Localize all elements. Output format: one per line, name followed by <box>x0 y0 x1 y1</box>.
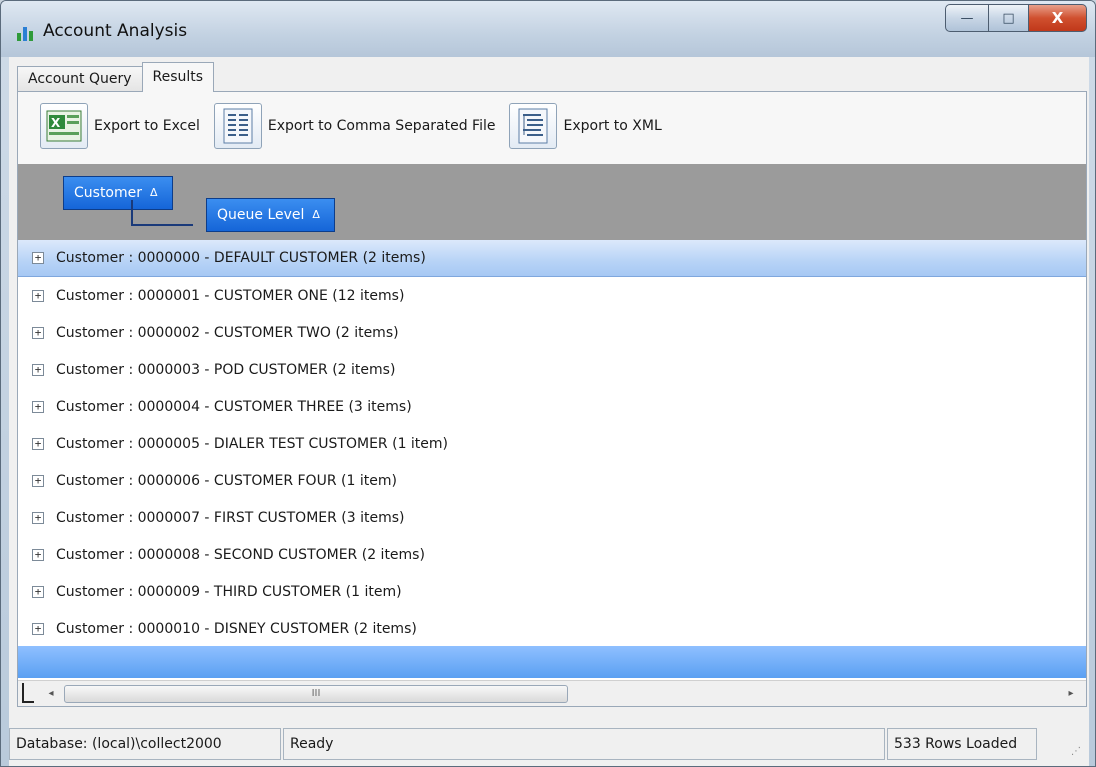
svg-text:X: X <box>51 116 61 130</box>
group-row-label: Customer : 0000000 - DEFAULT CUSTOMER (2… <box>56 250 426 266</box>
group-row[interactable]: + Customer : 0000007 - FIRST CUSTOMER (3… <box>18 499 1086 536</box>
maximize-icon: □ <box>1002 10 1015 26</box>
status-bar: Database: (local)\collect2000 Ready 533 … <box>9 724 1089 764</box>
export-to-xml-label: Export to XML <box>563 118 662 134</box>
group-row-label: Customer : 0000005 - DIALER TEST CUSTOME… <box>56 435 449 452</box>
group-row[interactable]: + Customer : 0000002 - CUSTOMER TWO (2 i… <box>18 314 1086 351</box>
results-panel: X Export to Excel Export to Comma Separa… <box>17 91 1087 707</box>
group-row[interactable]: + Customer : 0000010 - DISNEY CUSTOMER (… <box>18 610 1086 647</box>
selection-band <box>18 646 1086 678</box>
resize-grip-icon[interactable]: ⋰ <box>1071 746 1085 760</box>
account-analysis-window: Account Analysis — □ X Account Query Res… <box>0 0 1096 767</box>
group-row[interactable]: + Customer : 0000000 - DEFAULT CUSTOMER … <box>18 240 1086 277</box>
group-connector-line <box>131 200 193 226</box>
status-database: Database: (local)\collect2000 <box>9 728 281 760</box>
group-row-label: Customer : 0000004 - CUSTOMER THREE (3 i… <box>56 398 412 415</box>
expand-icon[interactable]: + <box>32 326 44 339</box>
close-button[interactable]: X <box>1029 4 1087 32</box>
export-to-csv-label: Export to Comma Separated File <box>267 118 496 134</box>
group-row[interactable]: + Customer : 0000006 - CUSTOMER FOUR (1 … <box>18 462 1086 499</box>
expand-icon[interactable]: + <box>32 511 44 524</box>
window-title: Account Analysis <box>43 21 188 41</box>
export-to-excel-button[interactable]: X Export to Excel <box>40 103 200 149</box>
expand-icon[interactable]: + <box>32 622 44 635</box>
export-to-xml-button[interactable]: Export to XML <box>509 103 662 149</box>
maximize-button[interactable]: □ <box>989 4 1029 32</box>
group-row-label: Customer : 0000001 - CUSTOMER ONE (12 it… <box>56 287 405 304</box>
expand-icon[interactable]: + <box>32 363 44 376</box>
expand-icon[interactable]: + <box>32 252 44 264</box>
tab-strip: Account Query Results <box>17 62 215 92</box>
group-row[interactable]: + Customer : 0000008 - SECOND CUSTOMER (… <box>18 536 1086 573</box>
expand-icon[interactable]: + <box>32 585 44 598</box>
scroll-right-icon[interactable]: ▸ <box>1062 685 1080 703</box>
export-to-csv-button[interactable]: Export to Comma Separated File <box>213 103 496 149</box>
expand-icon[interactable]: + <box>32 289 44 302</box>
bar-chart-icon <box>17 27 33 41</box>
group-row[interactable]: + Customer : 0000005 - DIALER TEST CUSTO… <box>18 425 1086 462</box>
export-toolbar: X Export to Excel Export to Comma Separa… <box>18 92 1086 160</box>
window-controls: — □ X <box>945 4 1087 32</box>
expand-icon[interactable]: + <box>32 400 44 413</box>
group-row[interactable]: + Customer : 0000009 - THIRD CUSTOMER (1… <box>18 573 1086 610</box>
minimize-icon: — <box>960 10 974 26</box>
group-row-label: Customer : 0000007 - FIRST CUSTOMER (3 i… <box>56 509 405 526</box>
results-grid: + Customer : 0000000 - DEFAULT CUSTOMER … <box>18 240 1086 680</box>
client-area: Account Query Results X Export to Excel … <box>9 57 1089 766</box>
minimize-button[interactable]: — <box>945 4 989 32</box>
group-row-label: Customer : 0000008 - SECOND CUSTOMER (2 … <box>56 546 425 563</box>
close-icon: X <box>1051 9 1064 27</box>
corner-bracket <box>22 683 34 703</box>
group-row[interactable]: + Customer : 0000004 - CUSTOMER THREE (3… <box>18 388 1086 425</box>
xml-document-icon <box>509 103 558 149</box>
scroll-left-icon[interactable]: ◂ <box>42 685 60 703</box>
group-chip-queue-level[interactable]: Queue Level Δ <box>206 198 335 232</box>
group-chip-queue-level-label: Queue Level <box>217 207 305 223</box>
group-row-label: Customer : 0000003 - POD CUSTOMER (2 ite… <box>56 361 396 378</box>
group-row-label: Customer : 0000010 - DISNEY CUSTOMER (2 … <box>56 620 417 637</box>
expand-icon[interactable]: + <box>32 548 44 561</box>
title-bar[interactable]: Account Analysis — □ X <box>1 1 1095 57</box>
group-row-label: Customer : 0000009 - THIRD CUSTOMER (1 i… <box>56 583 402 600</box>
group-row-label: Customer : 0000006 - CUSTOMER FOUR (1 it… <box>56 472 397 489</box>
sort-ascending-icon: Δ <box>312 208 320 221</box>
expand-icon[interactable]: + <box>32 474 44 487</box>
expand-icon[interactable]: + <box>32 437 44 450</box>
excel-icon: X <box>40 103 88 149</box>
export-to-excel-label: Export to Excel <box>94 118 200 134</box>
tab-results[interactable]: Results <box>141 62 215 92</box>
group-row-label: Customer : 0000002 - CUSTOMER TWO (2 ite… <box>56 324 399 341</box>
scroll-thumb[interactable]: III <box>64 685 568 703</box>
tab-account-query[interactable]: Account Query <box>17 66 143 92</box>
csv-document-icon <box>213 103 262 149</box>
group-row[interactable]: + Customer : 0000001 - CUSTOMER ONE (12 … <box>18 277 1086 314</box>
status-state: Ready <box>283 728 885 760</box>
group-row[interactable]: + Customer : 0000003 - POD CUSTOMER (2 i… <box>18 351 1086 388</box>
horizontal-scrollbar[interactable]: ◂ III ▸ <box>18 680 1086 706</box>
status-rows-loaded: 533 Rows Loaded <box>887 728 1037 760</box>
